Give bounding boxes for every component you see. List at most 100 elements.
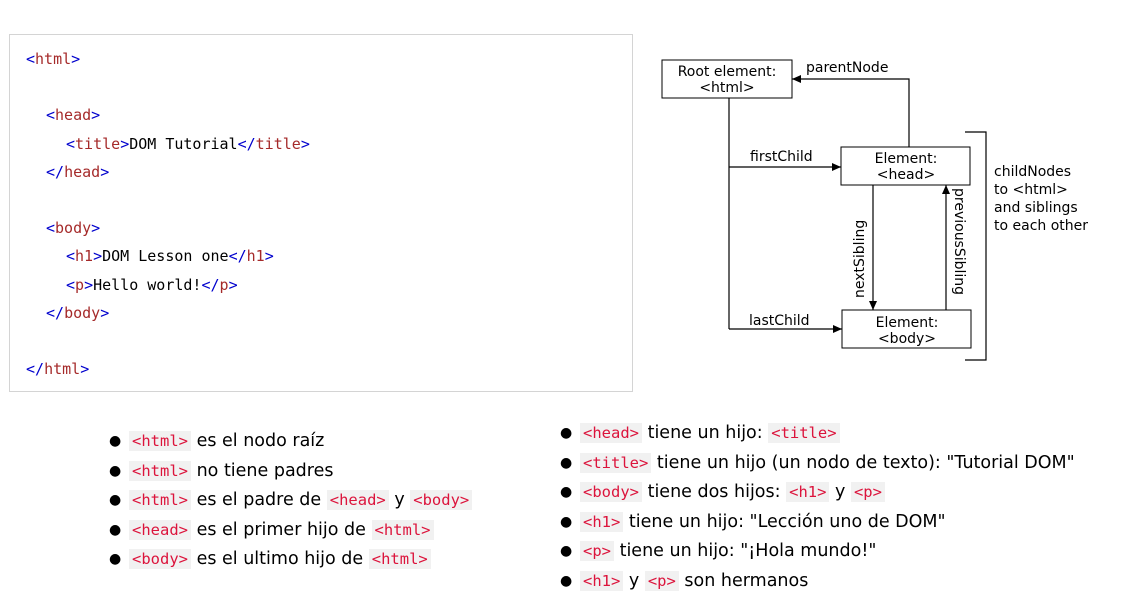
child-nodes-line3: and siblings	[994, 200, 1078, 216]
list-text: tiene un hijo: "Lección uno de DOM"	[628, 511, 946, 532]
bullet-icon: ●	[109, 433, 122, 449]
code-tag: </h1>	[228, 247, 274, 266]
list-text: no tiene padres	[196, 460, 334, 481]
list-item: ● <p> tiene un hijo: "¡Hola mundo!"	[560, 537, 1075, 567]
inline-code: <p>	[644, 570, 679, 591]
code-tag: <head>	[46, 106, 101, 125]
bullet-icon: ●	[560, 484, 573, 500]
previous-sibling-label: previousSibling	[951, 188, 967, 295]
bullet-icon: ●	[560, 513, 573, 530]
list-text: es el nodo raíz	[196, 431, 325, 451]
dom-tree-diagram: Root element: <html> Element: <head> Ele…	[640, 40, 1136, 380]
inline-code: <html>	[368, 549, 431, 569]
code-tag: <p>	[66, 275, 94, 294]
list-text: es el primer hijo de	[196, 519, 366, 540]
code-line: <head>	[46, 104, 100, 126]
inline-code: <h1>	[580, 570, 624, 591]
inline-code: <head>	[326, 490, 389, 510]
code-line: </html>	[26, 358, 89, 380]
head-box-line1: Element:	[875, 151, 938, 167]
list-text: es el ultimo hijo de	[196, 549, 364, 569]
body-box-line1: Element:	[876, 315, 939, 331]
inline-code: <title>	[768, 423, 840, 443]
first-child-label: firstChild	[750, 149, 813, 165]
list-item: ● <h1> tiene un hijo: "Lección uno de DOM…	[560, 508, 1075, 538]
code-text: Hello world!	[93, 275, 202, 294]
code-line: <body>	[46, 217, 100, 239]
code-example-box: <html> <head> <title>DOM Tutorial</title> <…	[9, 34, 633, 392]
code-line: </head>	[46, 161, 109, 183]
list-item: ● <html> no tiene padres	[109, 457, 472, 487]
child-nodes-line2: to <html>	[994, 182, 1068, 198]
code-tag: </p>	[201, 275, 238, 294]
list-item: ● <head> tiene un hijo: <title>	[560, 419, 1075, 449]
code-tag: </title>	[237, 134, 310, 153]
parent-node-arrow	[792, 75, 910, 147]
list-item: ● <title> tiene un hijo (un nodo de texto…	[560, 449, 1075, 479]
code-line: <p>Hello world!</p>	[66, 274, 238, 296]
inline-code: <head>	[129, 519, 191, 540]
code-tag: <html>	[26, 50, 81, 68]
child-nodes-line4: to each other	[994, 218, 1088, 234]
code-tag: </head>	[46, 162, 110, 181]
bullet-icon: ●	[560, 572, 573, 589]
next-sibling-label: nextSibling	[852, 220, 868, 298]
list-text: son hermanos	[684, 570, 809, 591]
inline-code: <html>	[371, 519, 434, 540]
list-text: y	[394, 490, 405, 510]
list-text: y	[628, 570, 640, 591]
code-line: <title>DOM Tutorial</title>	[66, 133, 310, 155]
list-item: ● <head> es el primer hijo de <html>	[109, 516, 472, 546]
inline-code: <head>	[580, 423, 642, 443]
bullet-icon: ●	[109, 492, 122, 508]
list-item: ● <html> es el padre de <head> y <body>	[109, 486, 473, 516]
inline-code: <h1>	[786, 482, 830, 502]
head-box-line2: <head>	[877, 167, 935, 183]
list-text: tiene dos hijos:	[647, 482, 781, 502]
list-item: ● <h1> y <p> son hermanos	[560, 567, 1075, 597]
inline-code: <body>	[410, 490, 473, 510]
body-box-line2: <body>	[878, 331, 936, 347]
list-text: tiene un hijo (un nodo de texto): "Tutor…	[656, 452, 1075, 473]
code-text: DOM Tutorial	[129, 134, 238, 153]
code-line: </body>	[46, 302, 109, 324]
code-line: <html>	[26, 48, 80, 70]
code-tag: <h1>	[66, 247, 103, 266]
code-tag: <body>	[46, 219, 101, 238]
bullet-icon: ●	[109, 521, 122, 538]
left-facts-list: ● <html> es el nodo raíz ● <html> no tiene …	[109, 427, 473, 575]
bullet-icon: ●	[109, 551, 122, 567]
code-text: DOM Lesson one	[102, 247, 229, 266]
root-box-line2: <html>	[699, 80, 754, 96]
list-text: tiene un hijo: "¡Hola mundo!"	[619, 541, 877, 561]
list-text: tiene un hijo:	[647, 423, 763, 443]
inline-code: <p>	[850, 482, 885, 502]
list-item: ● <body> tiene dos hijos: <h1> y <p>	[560, 478, 1075, 508]
code-line: <h1>DOM Lesson one</h1>	[66, 245, 274, 267]
list-text: y	[835, 482, 846, 502]
inline-code: <html>	[129, 490, 191, 510]
last-child-label: lastChild	[749, 313, 810, 329]
root-box-line1: Root element:	[678, 64, 777, 80]
inline-code: <body>	[129, 549, 191, 569]
bullet-icon: ●	[560, 425, 573, 441]
child-nodes-line1: childNodes	[994, 164, 1071, 180]
right-facts-list: ● <head> tiene un hijo: <title> ● <title> t…	[560, 419, 1075, 597]
list-text: es el padre de	[196, 490, 322, 510]
inline-code: <html>	[129, 460, 191, 481]
inline-code: <p>	[580, 541, 614, 561]
inline-code: <title>	[580, 452, 652, 473]
bullet-icon: ●	[109, 462, 122, 479]
list-item: ● <html> es el nodo raíz	[109, 427, 472, 457]
bullet-icon: ●	[560, 543, 573, 559]
inline-code: <h1>	[580, 511, 624, 532]
parent-node-label: parentNode	[806, 60, 888, 76]
dom-tree-svg: Root element: <html> Element: <head> Ele…	[661, 59, 1088, 361]
list-item: ● <body> es el ultimo hijo de <html>	[109, 545, 472, 575]
bullet-icon: ●	[560, 454, 573, 471]
inline-code: <body>	[580, 482, 642, 502]
code-tag: <title>	[66, 134, 130, 153]
code-tag: </body>	[46, 303, 110, 322]
inline-code: <html>	[129, 431, 191, 451]
code-tag: </html>	[26, 360, 90, 379]
